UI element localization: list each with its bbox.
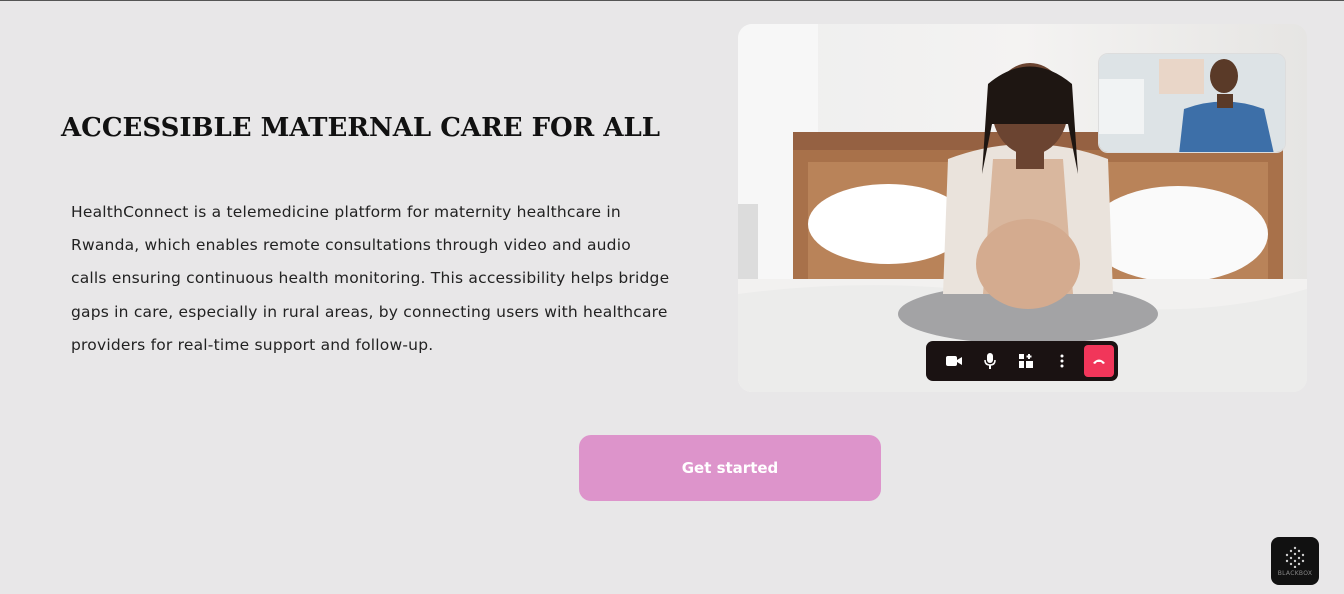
call-controls-bar: [926, 341, 1118, 381]
page-headline: ACCESSIBLE MATERNAL CARE FOR ALL: [61, 113, 661, 143]
badge-label: BLACKBOX: [1277, 569, 1313, 577]
blackbox-badge[interactable]: BLACKBOX: [1271, 537, 1319, 585]
microphone-icon[interactable]: [972, 345, 1008, 377]
hero-description: HealthConnect is a telemedicine platform…: [71, 203, 670, 354]
blackbox-logo-icon: [1285, 546, 1305, 568]
video-call-illustration: [738, 24, 1307, 392]
end-call-icon[interactable]: [1083, 345, 1114, 377]
doctor-video-thumbnail: [1098, 53, 1286, 153]
get-started-button[interactable]: Get started: [579, 435, 881, 501]
add-participant-icon[interactable]: [1008, 345, 1044, 377]
video-camera-icon[interactable]: [936, 345, 972, 377]
more-options-icon[interactable]: [1044, 345, 1080, 377]
